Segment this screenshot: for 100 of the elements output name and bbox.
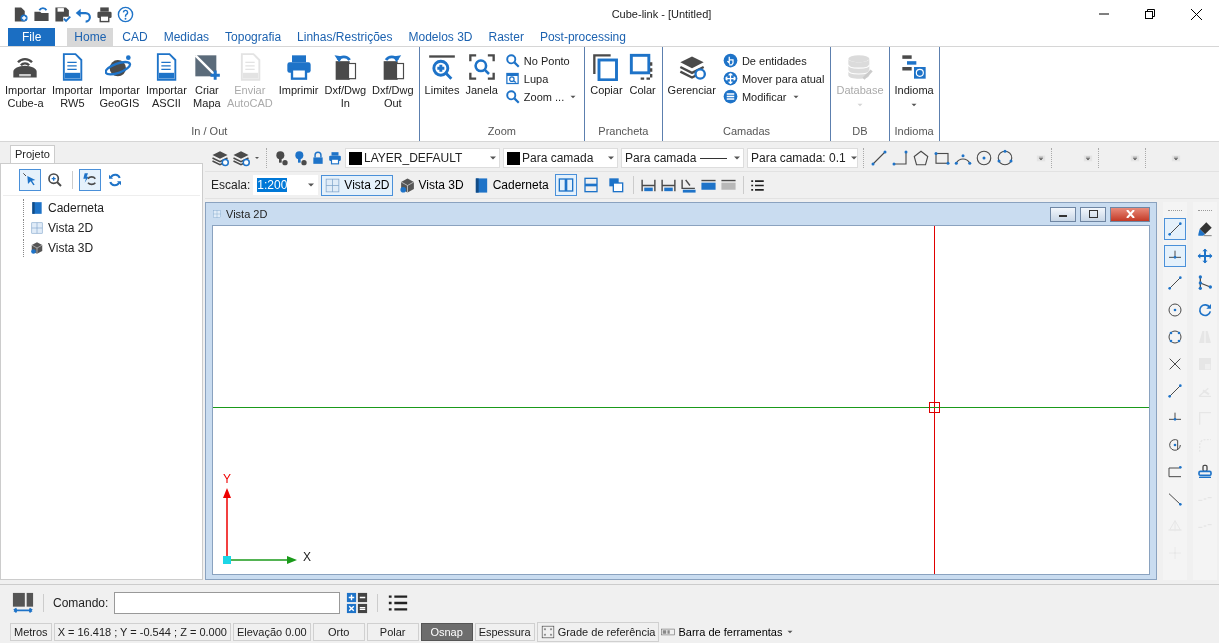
book-icon[interactable] xyxy=(30,201,44,215)
pentagon-icon[interactable] xyxy=(912,149,930,167)
list-icon[interactable] xyxy=(749,177,765,193)
tool-button[interactable] xyxy=(19,169,41,191)
ribbon-tab[interactable]: Topografia xyxy=(218,28,289,46)
ribbon-tab[interactable]: Modelos 3D xyxy=(401,28,480,46)
rectangle-lines-icon xyxy=(1167,464,1183,480)
panel-tab[interactable]: Projeto xyxy=(10,145,55,163)
ribbon-button[interactable]: Lupa xyxy=(501,70,582,87)
grid-icon xyxy=(900,53,929,81)
bulb-icon[interactable] xyxy=(273,150,289,166)
layers-icon[interactable] xyxy=(211,149,229,167)
printer-icon xyxy=(284,53,313,81)
ribbon-button[interactable]: Janela xyxy=(463,49,500,125)
status-field: Elevação 0.00 xyxy=(232,623,311,641)
status-toggle[interactable]: Polar xyxy=(366,623,419,641)
panels-icon[interactable] xyxy=(12,592,34,614)
ribbon-button[interactable]: Dxf/Dwg In xyxy=(322,49,368,125)
calculator-icon[interactable] xyxy=(346,592,369,614)
layer-dropdown[interactable]: LAYER_DEFAULT xyxy=(345,148,500,168)
ribbon-button[interactable]: Gerenciar xyxy=(665,49,718,125)
view-button[interactable]: Vista 2D xyxy=(321,174,393,196)
printer-icon[interactable] xyxy=(328,151,342,165)
linetype-dropdown[interactable]: Para camada xyxy=(621,148,744,168)
bulb-icon[interactable] xyxy=(292,150,308,166)
lineweight-dropdown[interactable]: Para camada: 0.1 xyxy=(747,148,858,168)
ribbon-button[interactable]: No Ponto xyxy=(501,52,582,69)
line-icon[interactable] xyxy=(870,149,888,167)
ribbon-button[interactable]: Importar Cube-a xyxy=(3,49,48,125)
ribbon-tab[interactable]: Raster xyxy=(481,28,531,46)
line-icon xyxy=(1167,221,1183,237)
draw-tool-button[interactable] xyxy=(1164,218,1186,240)
toolbar-menu[interactable]: Barra de ferramentas xyxy=(661,625,796,639)
status-toggle[interactable]: Osnap xyxy=(420,623,473,641)
sync-icon xyxy=(107,172,123,188)
overflow-icon[interactable] xyxy=(1171,153,1181,163)
view-button[interactable]: Vista 3D xyxy=(395,174,467,196)
list-icon[interactable] xyxy=(387,592,410,614)
document-title: Vista 2D xyxy=(226,208,269,220)
maximize-button[interactable] xyxy=(1080,206,1106,222)
ribbon-button[interactable]: Criar Mapa xyxy=(190,49,223,125)
close-icon xyxy=(1125,210,1135,218)
ribbon-button[interactable]: Importar RW5 xyxy=(49,49,95,125)
status-toggle[interactable]: Orto xyxy=(312,623,365,641)
lock-icon[interactable] xyxy=(311,151,325,165)
printer-icon[interactable] xyxy=(96,5,113,23)
tool-button[interactable] xyxy=(79,169,101,191)
ribbon-button[interactable]: Indioma xyxy=(892,49,936,125)
tree-item[interactable]: Caderneta xyxy=(48,201,105,215)
split-horizontal-icon xyxy=(582,177,599,193)
help-icon[interactable] xyxy=(117,5,134,23)
file-menu-tab[interactable]: File xyxy=(8,28,56,46)
ribbon-button[interactable]: Zoom ... xyxy=(501,88,582,105)
circle-points-icon[interactable] xyxy=(996,149,1014,167)
caret-icon[interactable] xyxy=(253,154,261,162)
view-button[interactable]: Caderneta xyxy=(469,174,552,196)
ribbon-button[interactable]: Dxf/Dwg Out xyxy=(370,49,416,125)
cube-icon[interactable] xyxy=(30,241,44,255)
ribbon-button[interactable]: Importar ASCII xyxy=(143,49,189,125)
close-button[interactable] xyxy=(1110,206,1150,222)
ribbon-button[interactable]: Importar GeoGIS xyxy=(96,49,142,125)
command-input[interactable] xyxy=(114,592,341,614)
status-toggle[interactable]: Grade de referência xyxy=(536,622,660,642)
overflow-icon[interactable] xyxy=(1130,153,1140,163)
overflow-icon[interactable] xyxy=(1036,153,1046,163)
save-icon[interactable] xyxy=(54,5,71,23)
overflow-icon[interactable] xyxy=(1083,153,1093,163)
restore-icon xyxy=(1145,9,1155,19)
tree-item[interactable]: Vista 3D xyxy=(48,241,94,255)
split-vertical-icon xyxy=(557,177,574,193)
grid-icon xyxy=(212,209,222,219)
ribbon-tab[interactable]: Linhas/Restrições xyxy=(290,28,400,46)
draw-tool-button[interactable] xyxy=(1164,245,1186,267)
command-label: Comando: xyxy=(53,596,109,610)
ribbon-button[interactable]: Colar xyxy=(626,49,659,125)
status-toggle[interactable]: Espessura xyxy=(474,623,535,641)
polyline-icon[interactable] xyxy=(891,149,909,167)
ribbon-tab[interactable]: Home xyxy=(67,28,114,46)
ribbon-button[interactable]: Imprimir xyxy=(276,49,321,125)
ribbon-tab[interactable]: CAD xyxy=(115,28,155,46)
ribbon-button[interactable]: De entidades xyxy=(719,52,828,69)
new-file-icon[interactable] xyxy=(12,5,29,23)
ribbon-button[interactable]: Mover para atual xyxy=(719,70,828,87)
ribbon-button[interactable]: Modificar xyxy=(719,88,828,105)
move-icon xyxy=(722,71,738,86)
color-dropdown[interactable]: Para camada xyxy=(503,148,618,168)
ribbon-button[interactable]: Copiar xyxy=(588,49,625,125)
tree-item[interactable]: Vista 2D xyxy=(48,221,94,235)
scale-dropdown[interactable]: 1:200 xyxy=(253,175,319,195)
circle-icon[interactable] xyxy=(975,149,993,167)
ribbon-tab[interactable]: Post-processing xyxy=(532,28,633,46)
layers-icon[interactable] xyxy=(232,149,250,167)
drawing-canvas[interactable]: Y X xyxy=(212,225,1150,575)
minimize-button[interactable] xyxy=(1050,206,1076,222)
rectangle-icon[interactable] xyxy=(933,149,951,167)
folder-icon[interactable] xyxy=(33,5,50,23)
ribbon-button[interactable]: Limites xyxy=(422,49,462,125)
ribbon-tab[interactable]: Medidas xyxy=(156,28,217,46)
layout-button[interactable] xyxy=(554,174,577,196)
group-label: In / Out xyxy=(190,125,229,139)
